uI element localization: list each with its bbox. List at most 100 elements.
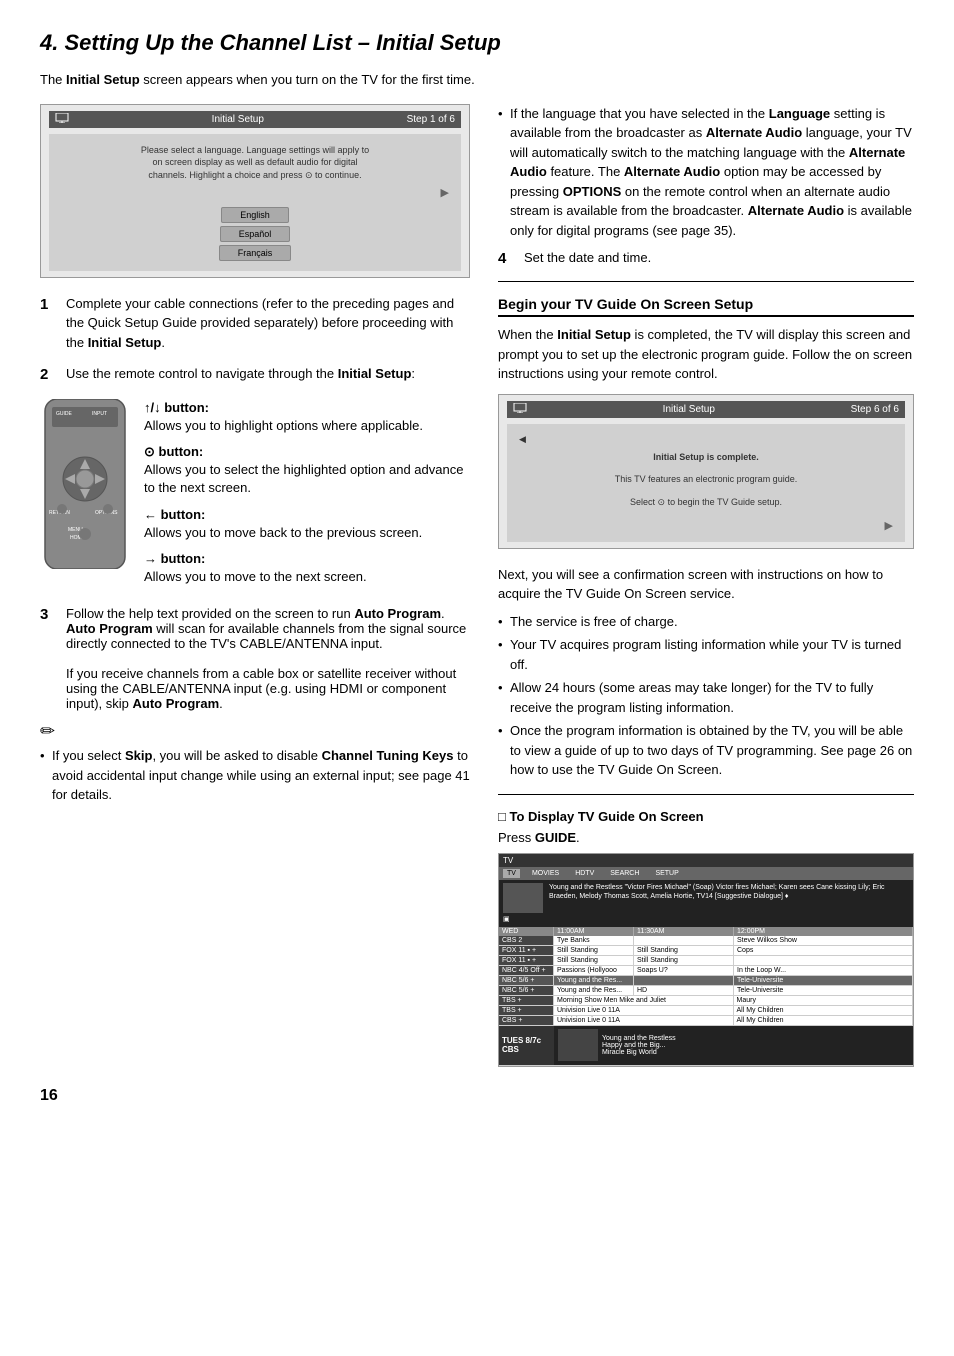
- ch-row-3: FOX 11 ▪ + Still Standing Still Standing: [499, 956, 913, 966]
- prog-3-1: Still Standing: [554, 956, 634, 965]
- ncis-program-list: Young and the Restless Happy and the Big…: [602, 1035, 676, 1056]
- step6-line2: This TV features an electronic program g…: [615, 473, 797, 486]
- ch-row-5: NBC 5/6 + Young and the Res... Tele-Univ…: [499, 976, 913, 986]
- step-4: 4 Set the date and time.: [498, 250, 914, 267]
- ch-2-programs: Still Standing Still Standing Cops: [554, 946, 913, 955]
- lang-btn-espanol[interactable]: Español: [220, 226, 291, 242]
- up-down-button-desc: ↑/↓ button: Allows you to highlight opti…: [144, 399, 470, 435]
- tv-guide-intro: When the Initial Setup is completed, the…: [498, 325, 914, 384]
- display-guide-divider: [498, 794, 914, 795]
- screen-body: Please select a language. Language setti…: [49, 134, 461, 271]
- up-down-button-text: Allows you to highlight options where ap…: [144, 418, 423, 433]
- ch-row-ncis: TUES 8/7c CBS Young and the Restless Hap…: [499, 1026, 913, 1066]
- step6-header-label: Initial Setup: [663, 404, 715, 415]
- screen-header: Initial Setup Step 1 of 6: [49, 111, 461, 128]
- lang-btn-english[interactable]: English: [221, 207, 289, 223]
- confirmation-text: Next, you will see a confirmation screen…: [498, 565, 914, 604]
- prog-1-1: Tye Banks: [554, 936, 634, 945]
- tab-movies[interactable]: MOVIES: [528, 869, 563, 878]
- prog-2-1: Still Standing: [554, 946, 634, 955]
- note-bullets: If you select Skip, you will be asked to…: [40, 746, 470, 805]
- ch-row-1: CBS 2 Tye Banks Steve Wilkos Show: [499, 936, 913, 946]
- step6-screen-header: Initial Setup Step 6 of 6: [507, 401, 905, 418]
- lang-btn-francais[interactable]: Français: [219, 245, 292, 261]
- prog-3-3: [734, 956, 913, 965]
- ch-row-6: NBC 5/6 + Young and the Res... HD Tele-U…: [499, 986, 913, 996]
- step6-line1: Initial Setup is complete.: [653, 451, 759, 464]
- step-1: 1 Complete your cable connections (refer…: [40, 294, 470, 353]
- prog-3-2: Still Standing: [634, 956, 734, 965]
- step-1-number: 1: [40, 294, 56, 353]
- ch-row-2: FOX 11 ▪ + Still Standing Still Standing…: [499, 946, 913, 956]
- prog-4-2: Soaps U?: [634, 966, 734, 975]
- note-section: ✏ If you select Skip, you will be asked …: [40, 721, 470, 805]
- step6-line3: Select ⊙ to begin the TV Guide setup.: [630, 496, 782, 509]
- step-1-content: Complete your cable connections (refer t…: [66, 294, 470, 353]
- remote-image: GUIDE INPUT: [40, 399, 130, 595]
- prog-7-1: Morning Show Men Mike and Juliet: [554, 996, 734, 1005]
- tab-search[interactable]: SEARCH: [606, 869, 643, 878]
- left-column: Initial Setup Step 1 of 6 Please select …: [40, 104, 470, 1067]
- prog-9-1: Univision Live 0 11A: [554, 1016, 734, 1025]
- step-2: 2 Use the remote control to navigate thr…: [40, 364, 470, 387]
- step-4-content: Set the date and time.: [524, 250, 914, 267]
- ch-row-9: CBS + Univision Live 0 11A All My Childr…: [499, 1016, 913, 1026]
- ch-5-programs: Young and the Res... Tele-Universite: [554, 976, 913, 985]
- step6-tv-icon: [513, 403, 527, 416]
- ch-cell-5: NBC 5/6 +: [499, 976, 554, 985]
- prog-2-3: Cops: [734, 946, 913, 955]
- note-item: If you select Skip, you will be asked to…: [40, 746, 470, 805]
- right-column: If the language that you have selected i…: [498, 104, 914, 1067]
- confirmation-bullets: The service is free of charge. Your TV a…: [498, 612, 914, 780]
- tab-setup[interactable]: SETUP: [651, 869, 682, 878]
- main-content: Initial Setup Step 1 of 6 Please select …: [40, 104, 914, 1067]
- step-2-content: Use the remote control to navigate throu…: [66, 364, 470, 387]
- timecell-day: WED: [499, 927, 554, 936]
- tab-hdtv[interactable]: HDTV: [571, 869, 598, 878]
- ch-1-programs: Tye Banks Steve Wilkos Show: [554, 936, 913, 945]
- ch-row-7: TBS + Morning Show Men Mike and Juliet M…: [499, 996, 913, 1006]
- conf-bullet-3: Allow 24 hours (some areas may take long…: [498, 678, 914, 717]
- ncis-prog-3: Miracle Big World: [602, 1049, 676, 1056]
- steps-list: 1 Complete your cable connections (refer…: [40, 294, 470, 387]
- tv-guide-section-heading: Begin your TV Guide On Screen Setup: [498, 296, 914, 317]
- alternate-audio-item: If the language that you have selected i…: [498, 104, 914, 241]
- screen-instruction: Please select a language. Language setti…: [61, 144, 449, 182]
- ch-3-programs: Still Standing Still Standing: [554, 956, 913, 965]
- screen-tv-icon: [55, 113, 69, 126]
- ch-cell-1: CBS 2: [499, 936, 554, 945]
- section-divider: [498, 281, 914, 282]
- prog-5-3: Tele-Universite: [734, 976, 913, 985]
- ch-6-programs: Young and the Res... HD Tele-Universite: [554, 986, 913, 995]
- forward-button-label: → button:: [144, 551, 205, 566]
- prog-6-1: Young and the Res...: [554, 986, 634, 995]
- ch-cell-8: TBS +: [499, 1006, 554, 1015]
- timecell-1130: 11:30AM: [634, 927, 734, 936]
- step-3: 3 Follow the help text provided on the s…: [40, 606, 470, 711]
- press-guide-text: Press GUIDE.: [498, 830, 914, 845]
- ch-cell-2: FOX 11 ▪ +: [499, 946, 554, 955]
- info-record-icon: ▣: [503, 915, 510, 924]
- forward-button-desc: → button: Allows you to move to the next…: [144, 550, 470, 586]
- back-button-label: ← button:: [144, 507, 205, 522]
- page-number: 16: [40, 1087, 914, 1105]
- ch-cell-3: FOX 11 ▪ +: [499, 956, 554, 965]
- step-4-number: 4: [498, 250, 514, 267]
- tab-tv[interactable]: TV: [503, 869, 520, 878]
- display-guide-heading-text: □ To Display TV Guide On Screen: [498, 809, 704, 824]
- remote-section: GUIDE INPUT: [40, 399, 470, 595]
- back-button-desc: ← button: Allows you to move back to the…: [144, 506, 470, 542]
- tvguide-info-bar: Young and the Restless "Victor Fires Mic…: [499, 880, 913, 927]
- conf-bullet-4: Once the program information is obtained…: [498, 721, 914, 780]
- initial-setup-bold: Initial Setup: [66, 72, 140, 87]
- ch-cell-7: TBS +: [499, 996, 554, 1005]
- intro-text: The Initial Setup screen appears when yo…: [40, 70, 914, 90]
- conf-bullet-2: Your TV acquires program listing informa…: [498, 635, 914, 674]
- tvguide-top-bar: TV: [499, 854, 913, 867]
- prog-5-2: [634, 976, 734, 985]
- select-button-text: Allows you to select the highlighted opt…: [144, 462, 463, 495]
- ch-cell-6: NBC 5/6 +: [499, 986, 554, 995]
- step6-screen-body: ◀ Initial Setup is complete. This TV fea…: [507, 424, 905, 542]
- ncis-thumb: [558, 1029, 598, 1061]
- ch-7-programs: Morning Show Men Mike and Juliet Maury: [554, 996, 913, 1005]
